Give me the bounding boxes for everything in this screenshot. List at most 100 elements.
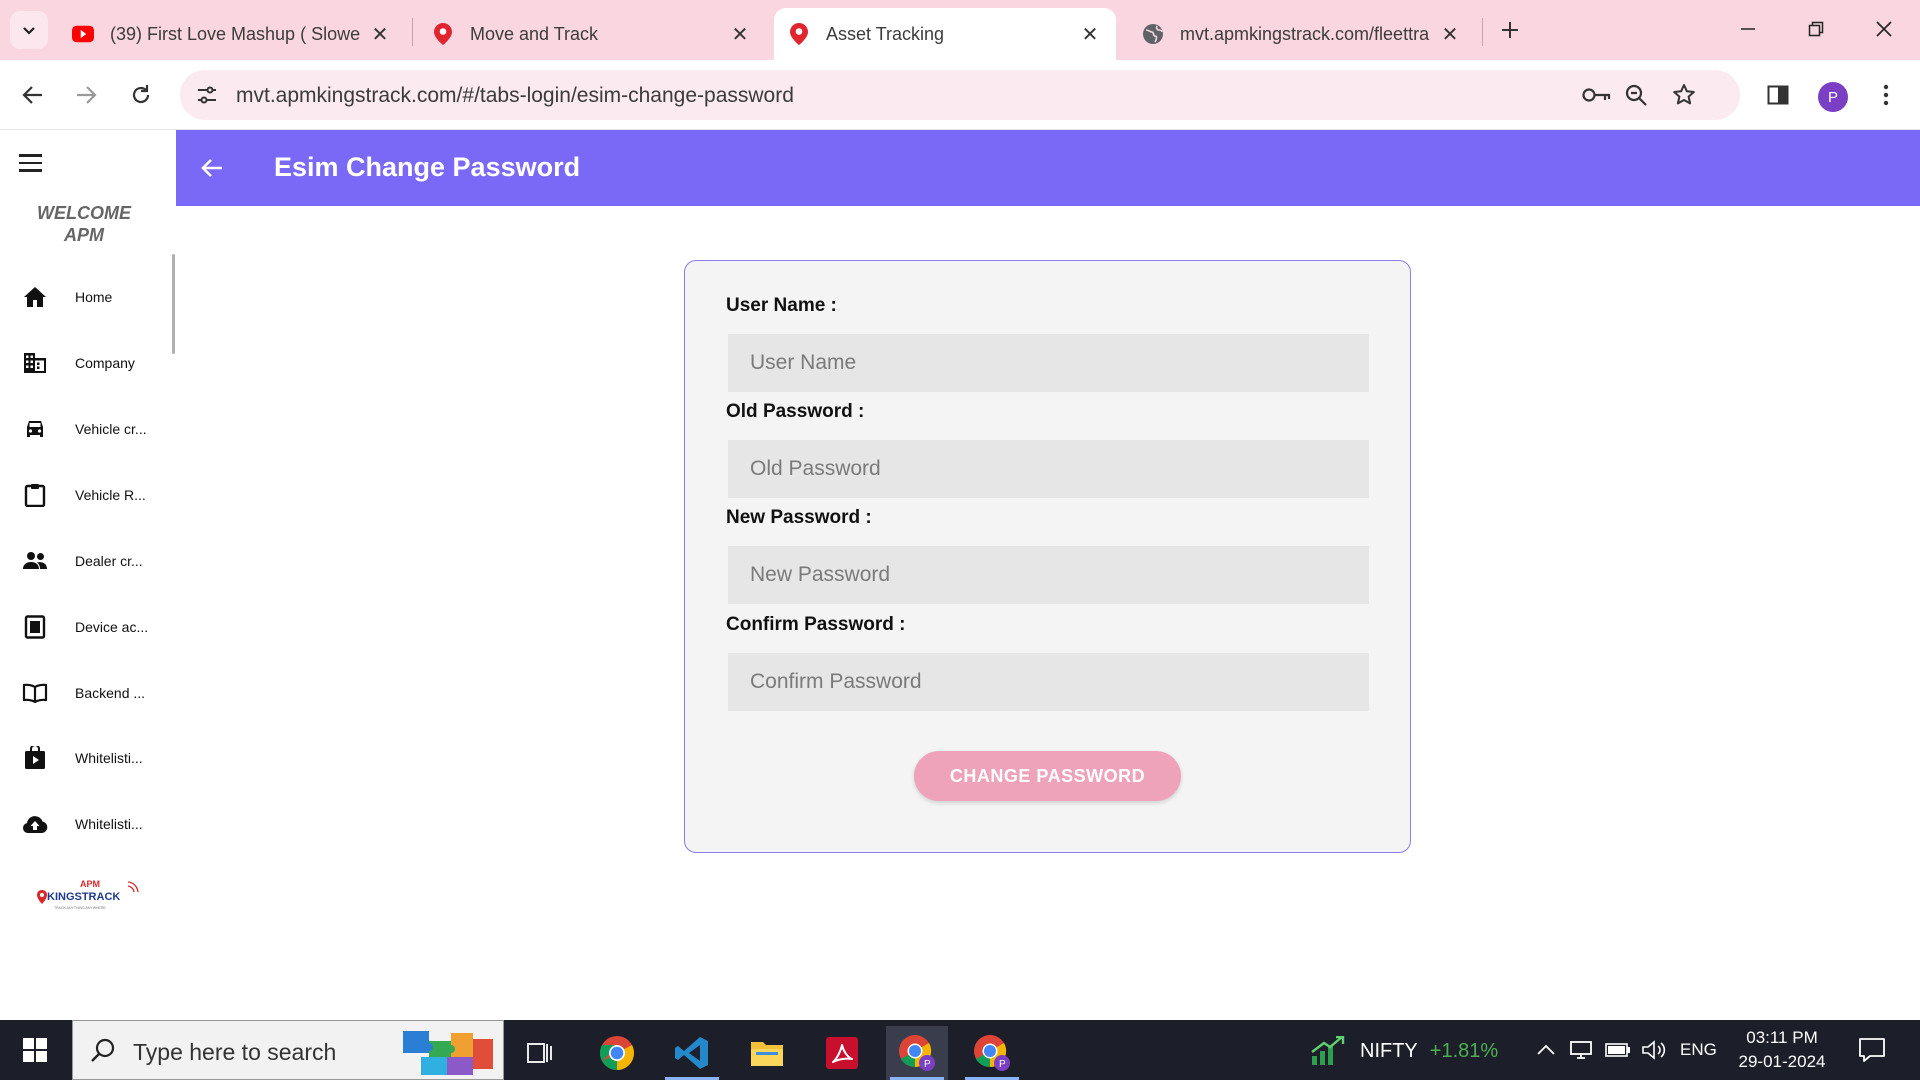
sidebar-item-whitelisting-2[interactable]: Whitelisti... — [0, 796, 170, 852]
tab-youtube[interactable]: (39) First Love Mashup ( Slowed ✕ — [58, 8, 406, 60]
star-icon[interactable] — [1669, 80, 1699, 110]
taskbar-file-explorer[interactable] — [736, 1026, 798, 1080]
browser-tab-strip: (39) First Love Mashup ( Slowed ✕ Move a… — [0, 0, 1920, 60]
sidebar-item-company[interactable]: Company — [0, 335, 170, 391]
sidebar-item-home[interactable]: Home — [0, 269, 170, 325]
zoom-icon[interactable] — [1621, 80, 1651, 110]
stock-widget[interactable]: NIFTY +1.81% — [1310, 1036, 1498, 1066]
taskbar-acrobat[interactable] — [811, 1026, 873, 1080]
sidebar-item-backend[interactable]: Backend ... — [0, 665, 170, 721]
chrome-icon — [600, 1036, 634, 1070]
folder-icon — [751, 1042, 783, 1066]
old-password-label: Old Password : — [726, 401, 865, 422]
sidebar-item-label: Whitelisti... — [75, 750, 143, 766]
close-icon[interactable]: ✕ — [1078, 22, 1102, 46]
welcome-user: APM — [64, 225, 104, 245]
cloud-upload-icon — [22, 811, 48, 837]
page-title: Esim Change Password — [274, 152, 581, 182]
profile-avatar[interactable]: P — [1818, 82, 1848, 112]
tab-divider — [412, 18, 413, 46]
car-icon — [22, 416, 48, 442]
chrome-profile-icon: P — [899, 1035, 935, 1071]
reload-button[interactable] — [121, 75, 161, 115]
key-icon[interactable] — [1582, 80, 1612, 110]
language-indicator[interactable]: ENG — [1680, 1040, 1717, 1060]
pdf-icon — [826, 1037, 858, 1069]
network-icon[interactable] — [1568, 1036, 1596, 1064]
taskbar-chrome[interactable] — [586, 1026, 648, 1080]
sidebar-item-whitelisting-1[interactable]: Whitelisti... — [0, 730, 170, 786]
side-menu: WELCOME APM Home Company Vehicle cr... V… — [0, 130, 176, 1020]
url-text[interactable]: mvt.apmkingstrack.com/#/tabs-login/esim-… — [236, 84, 794, 108]
browser-toolbar: mvt.apmkingstrack.com/#/tabs-login/esim-… — [0, 60, 1920, 130]
confirm-password-label: Confirm Password : — [726, 614, 906, 635]
stock-change: +1.81% — [1429, 1039, 1499, 1062]
close-window-button[interactable] — [1850, 0, 1918, 58]
address-bar[interactable]: mvt.apmkingstrack.com/#/tabs-login/esim-… — [180, 70, 1740, 120]
battery-icon[interactable] — [1604, 1036, 1632, 1064]
tab-divider — [1482, 18, 1483, 46]
sidebar-item-vehicle-report[interactable]: Vehicle R... — [0, 467, 170, 523]
change-password-button[interactable]: CHANGE PASSWORD — [914, 751, 1181, 801]
clock-date: 29-01-2024 — [1738, 1052, 1826, 1071]
taskbar-search-box[interactable]: Type here to search — [72, 1020, 504, 1080]
tab-title: mvt.apmkingstrack.com/fleettra — [1180, 23, 1430, 44]
arrow-left-icon — [22, 86, 42, 104]
side-panel-button[interactable] — [1758, 75, 1798, 115]
search-icon — [91, 1038, 115, 1062]
change-password-card: User Name : Old Password : New Password … — [684, 260, 1411, 853]
old-password-input[interactable] — [728, 440, 1369, 498]
chevron-down-icon — [23, 27, 35, 35]
plus-icon — [1502, 22, 1518, 38]
close-icon[interactable]: ✕ — [368, 22, 392, 46]
sidebar-item-vehicle-create[interactable]: Vehicle cr... — [0, 401, 170, 457]
tab-title: (39) First Love Mashup ( Slowed — [110, 23, 360, 44]
search-placeholder: Type here to search — [133, 1039, 337, 1065]
forward-button[interactable] — [66, 75, 106, 115]
tab-asset-tracking[interactable]: Asset Tracking ✕ — [774, 8, 1116, 60]
notification-icon[interactable] — [1856, 1034, 1888, 1066]
close-icon[interactable]: ✕ — [728, 22, 752, 46]
tab-title: Asset Tracking — [826, 23, 945, 44]
restore-button[interactable] — [1782, 0, 1850, 58]
kingstrack-logo: APM KINGSTRACK TRACK ANYTHING ANYWHERE — [36, 878, 140, 912]
taskbar-chrome-profile-2[interactable]: P — [961, 1026, 1023, 1080]
svg-text:TRACK ANYTHING ANYWHERE: TRACK ANYTHING ANYWHERE — [54, 906, 106, 910]
close-icon[interactable]: ✕ — [1438, 22, 1462, 46]
tab-fleettrack[interactable]: mvt.apmkingstrack.com/fleettra ✕ — [1128, 8, 1476, 60]
new-password-input[interactable] — [728, 546, 1369, 604]
windows-logo-icon — [23, 1038, 47, 1062]
sidebar-item-label: Company — [75, 355, 135, 371]
minimize-button[interactable] — [1714, 0, 1782, 58]
confirm-password-input[interactable] — [728, 653, 1369, 711]
clock-time: 03:11 PM — [1746, 1028, 1818, 1047]
vscode-icon — [675, 1037, 708, 1069]
sidebar-item-label: Device ac... — [75, 619, 149, 635]
taskbar-vscode[interactable] — [661, 1026, 723, 1080]
sidebar-scrollbar[interactable] — [172, 254, 175, 354]
back-button[interactable] — [194, 150, 230, 186]
task-view-button[interactable] — [508, 1026, 570, 1080]
system-clock[interactable]: 03:11 PM 29-01-2024 — [1728, 1026, 1836, 1074]
hamburger-menu-icon[interactable] — [19, 154, 43, 174]
trend-up-icon — [1311, 1036, 1345, 1065]
home-icon — [22, 284, 48, 310]
tab-search-button[interactable] — [10, 11, 48, 49]
stock-name: NIFTY — [1360, 1039, 1418, 1062]
sidebar-item-dealer-create[interactable]: Dealer cr... — [0, 533, 170, 589]
start-button[interactable] — [12, 1032, 58, 1068]
new-tab-button[interactable] — [1494, 14, 1526, 46]
back-button[interactable] — [13, 75, 53, 115]
people-icon — [22, 548, 48, 574]
sidebar-item-device-activation[interactable]: Device ac... — [0, 599, 170, 655]
sidebar-item-label: Vehicle R... — [75, 487, 146, 503]
site-info-icon[interactable] — [194, 82, 220, 108]
chevron-up-icon[interactable] — [1532, 1036, 1560, 1064]
username-input[interactable] — [728, 334, 1369, 392]
taskbar-chrome-profile-1[interactable]: P — [886, 1026, 948, 1080]
book-icon — [22, 680, 48, 706]
volume-icon[interactable] — [1640, 1036, 1668, 1064]
map-pin-icon — [432, 23, 454, 45]
menu-button[interactable] — [1866, 75, 1906, 115]
tab-move-and-track[interactable]: Move and Track ✕ — [418, 8, 766, 60]
